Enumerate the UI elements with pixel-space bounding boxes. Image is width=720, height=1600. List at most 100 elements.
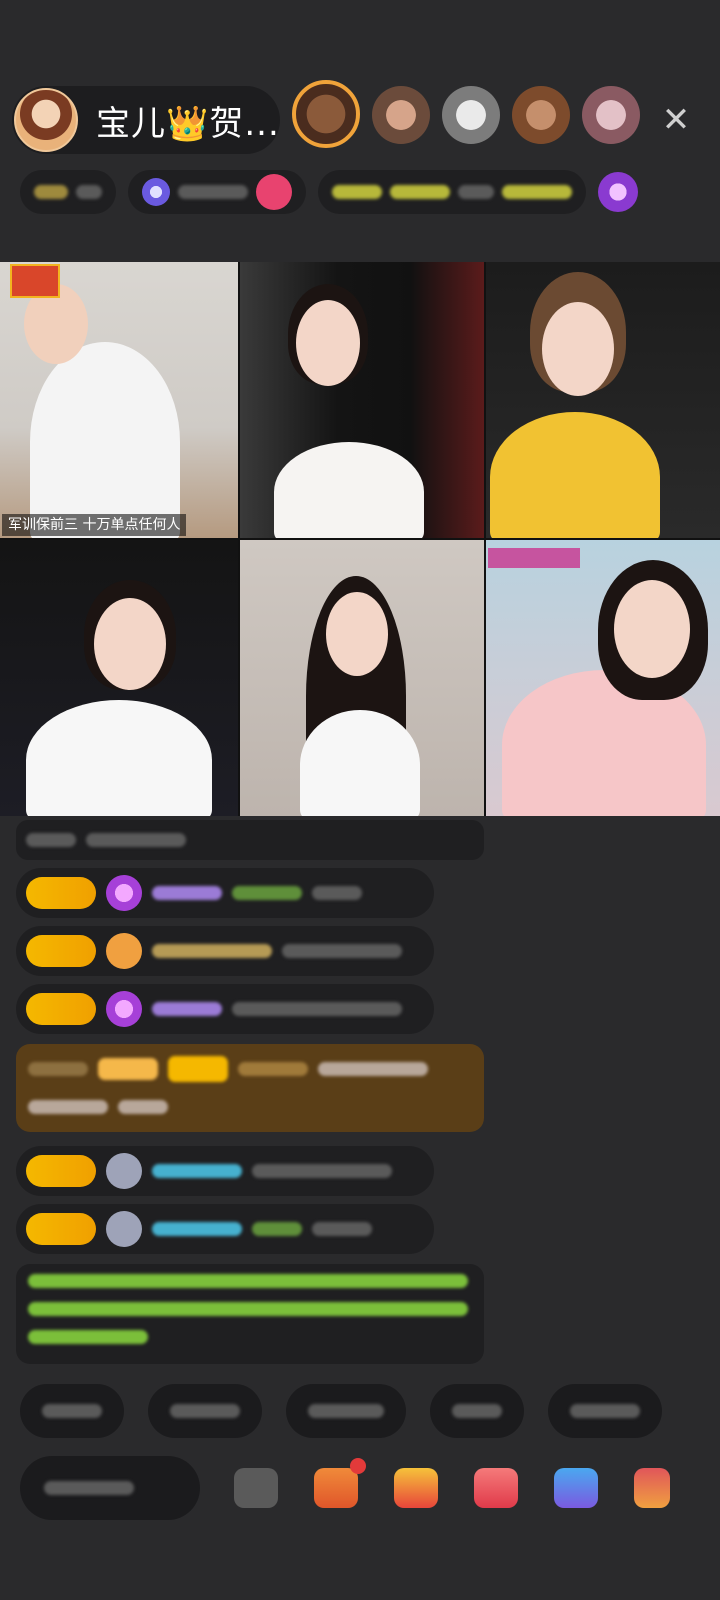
lottery-icon[interactable] <box>634 1468 670 1508</box>
blurred-text <box>178 185 248 199</box>
streamer-face <box>614 580 690 678</box>
room-info-pill[interactable] <box>20 170 116 214</box>
quick-reply-chip[interactable] <box>286 1384 406 1438</box>
game-icon[interactable] <box>554 1468 598 1508</box>
streamer-face <box>296 300 360 386</box>
quick-reply-row <box>20 1384 662 1438</box>
streamer-figure <box>26 700 212 816</box>
blurred-text <box>332 185 382 199</box>
heart-gift-icon <box>106 933 142 969</box>
blurred-text <box>252 1164 392 1178</box>
level-badge <box>26 1213 96 1245</box>
lottery-icon[interactable] <box>598 172 638 212</box>
blurred-text <box>308 1404 384 1418</box>
top-viewer-avatar[interactable] <box>292 80 360 148</box>
blurred-text <box>502 185 572 199</box>
vip-badge <box>98 1058 158 1080</box>
blurred-text <box>28 1330 148 1344</box>
blurred-text <box>86 833 186 847</box>
chat-message[interactable] <box>16 1146 434 1196</box>
diamond-gift-icon <box>106 875 142 911</box>
tile-tag <box>488 548 580 568</box>
quick-reply-chip[interactable] <box>148 1384 262 1438</box>
top-viewer-avatar[interactable] <box>372 86 430 144</box>
bag-icon[interactable] <box>314 1458 366 1508</box>
blurred-text <box>570 1404 640 1418</box>
streamer-figure <box>30 342 180 538</box>
user-avatar <box>106 1211 142 1247</box>
blurred-text <box>312 886 362 900</box>
tile-caption: 军训保前三 十万单点任何人 <box>2 514 187 536</box>
fans-icon <box>142 178 170 206</box>
streamer-figure <box>274 442 424 538</box>
blurred-text <box>390 185 450 199</box>
top-viewers-strip <box>292 80 640 148</box>
streamer-face <box>542 302 614 396</box>
level-badge <box>26 877 96 909</box>
streamer-face <box>326 592 388 676</box>
blurred-text <box>28 1302 468 1316</box>
streamer-face <box>94 598 166 690</box>
quick-reply-chip[interactable] <box>20 1384 124 1438</box>
room-rank-badge <box>34 185 68 199</box>
top-viewer-avatar[interactable] <box>582 86 640 144</box>
blurred-placeholder <box>44 1481 134 1495</box>
host-name: 宝儿👑贺... <box>96 103 280 144</box>
video-tile[interactable] <box>240 540 484 816</box>
special-chat-message[interactable] <box>16 1044 484 1132</box>
level-badge <box>26 1155 96 1187</box>
blurred-text <box>76 185 102 199</box>
chat-message[interactable] <box>16 868 434 918</box>
chat-message[interactable] <box>16 926 434 976</box>
video-tile[interactable] <box>0 540 238 816</box>
blurred-username <box>238 1062 308 1076</box>
blurred-text <box>232 1002 402 1016</box>
blurred-text <box>282 944 402 958</box>
host-info-pill[interactable]: 宝儿👑贺... <box>12 86 280 154</box>
blurred-username <box>152 1002 222 1016</box>
blurred-text <box>28 1274 468 1288</box>
honor-badge-icon <box>10 264 60 298</box>
chat-message[interactable] <box>16 1204 434 1254</box>
quick-reply-chip[interactable] <box>430 1384 524 1438</box>
blurred-text <box>26 833 76 847</box>
video-tile[interactable]: 军训保前三 十万单点任何人 <box>0 262 238 538</box>
video-tile[interactable] <box>486 540 720 816</box>
blurred-text <box>28 1062 88 1076</box>
activity-banner[interactable] <box>318 170 586 214</box>
blurred-text <box>42 1404 102 1418</box>
blurred-text <box>28 1100 108 1114</box>
level-badge <box>26 993 96 1025</box>
host-avatar[interactable] <box>14 88 78 152</box>
blurred-text <box>312 1222 372 1236</box>
diamond-gift-icon <box>106 991 142 1027</box>
more-icon[interactable] <box>234 1468 278 1508</box>
notification-dot <box>350 1458 366 1474</box>
top-viewer-avatar[interactable] <box>442 86 500 144</box>
fans-pill[interactable] <box>128 170 306 214</box>
video-tile[interactable] <box>486 262 720 538</box>
user-avatar <box>106 1153 142 1189</box>
fan-icon[interactable] <box>474 1468 518 1508</box>
chat-input[interactable] <box>20 1456 200 1520</box>
video-tile[interactable] <box>240 262 484 538</box>
bottom-action-bar <box>20 1450 710 1526</box>
multi-guest-video-grid: 军训保前三 十万单点任何人 <box>0 262 720 816</box>
blurred-username <box>152 944 272 958</box>
quick-reply-chip[interactable] <box>548 1384 662 1438</box>
blurred-text <box>118 1100 168 1114</box>
chat-message[interactable] <box>16 820 484 860</box>
level-badge <box>26 935 96 967</box>
heart-gift-icon <box>256 174 292 210</box>
close-icon[interactable]: ✕ <box>656 100 696 140</box>
streamer-figure <box>300 710 420 816</box>
chat-message[interactable] <box>16 984 434 1034</box>
level-badge <box>168 1056 228 1082</box>
blurred-text <box>452 1404 502 1418</box>
gift-box-icon[interactable] <box>394 1468 438 1508</box>
info-row <box>20 170 638 214</box>
blurred-username <box>152 1222 242 1236</box>
blurred-text <box>252 1222 302 1236</box>
top-viewer-avatar[interactable] <box>512 86 570 144</box>
blurred-username <box>152 1164 242 1178</box>
